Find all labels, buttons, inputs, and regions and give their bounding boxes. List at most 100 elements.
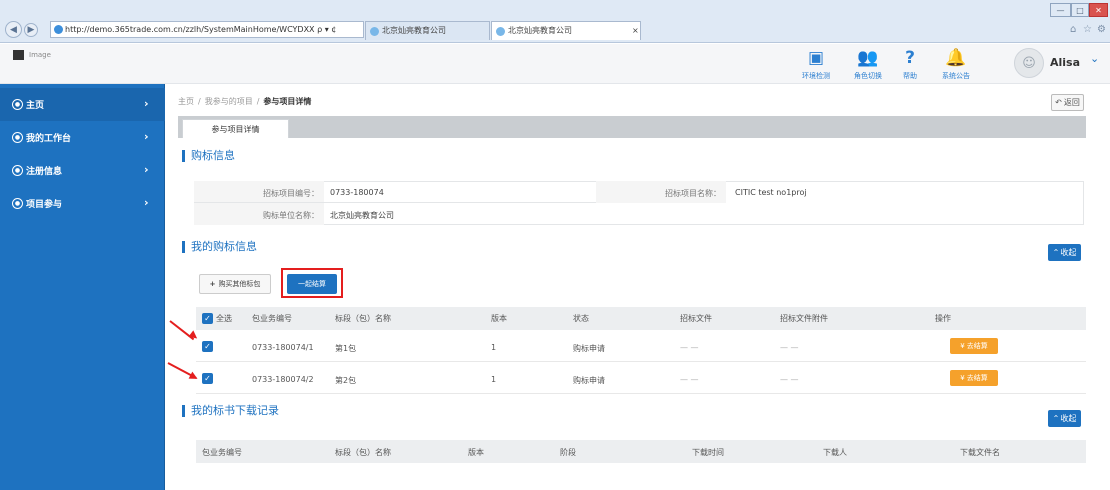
bell-icon: 🔔	[945, 48, 967, 68]
collapse-button[interactable]: ⌃ 收起	[1048, 244, 1081, 261]
browser-tab-1[interactable]: 北京灿亮教育公司	[365, 21, 490, 40]
collapse-label: 收起	[1060, 248, 1077, 257]
breadcrumb-separator: /	[198, 97, 201, 106]
project-name-value: CITIC test no1proj	[735, 188, 807, 197]
registration-circle-icon: ●	[12, 165, 23, 176]
tab-favicon-icon	[496, 27, 505, 36]
back-nav-icon[interactable]: ◀	[5, 21, 22, 38]
row-attachment: — —	[780, 375, 799, 384]
help-button[interactable]: ? 帮助	[890, 48, 930, 81]
sidebar-item-workbench[interactable]: ● 我的工作台 ›	[0, 121, 165, 154]
col-header-package-name: 标段（包）名称	[335, 448, 391, 457]
logo-text: Image	[29, 51, 51, 59]
user-name[interactable]: Alisa	[1050, 56, 1080, 69]
plus-icon: +	[209, 280, 216, 288]
row-checkbox[interactable]: ✓	[202, 373, 213, 384]
role-switch-button[interactable]: 👥 角色切换	[848, 48, 888, 81]
col-header-download-time: 下载时间	[692, 448, 724, 457]
address-bar[interactable]: http://demo.365trade.com.cn/zzlh/SystemM…	[50, 21, 364, 38]
chevron-right-icon: ›	[144, 196, 149, 209]
row-package-id: 0733-180074/2	[252, 375, 314, 384]
row-divider	[194, 202, 596, 203]
col-header-file-name: 下载文件名	[960, 448, 1000, 457]
maximize-button[interactable]: □	[1071, 3, 1089, 17]
sidebar-item-home[interactable]: ● 主页 ›	[0, 88, 165, 121]
tools-gear-icon[interactable]: ⚙	[1097, 24, 1106, 35]
row-status: 购标申请	[573, 344, 605, 353]
home-icon[interactable]: ⌂	[1070, 24, 1076, 35]
logo-image-icon	[13, 50, 24, 60]
announcement-button[interactable]: 🔔 系统公告	[936, 48, 976, 81]
tab-project-detail[interactable]: 参与项目详情	[182, 119, 289, 138]
col-header-package-id: 包业务编号	[202, 448, 242, 457]
user-menu-chevron-icon[interactable]: ⌄	[1090, 52, 1099, 65]
sidebar-item-label: 主页	[26, 101, 45, 111]
browser-tab-2[interactable]: 北京灿亮教育公司 ×	[491, 21, 641, 40]
col-header-status: 状态	[573, 314, 589, 323]
col-header-downloader: 下载人	[823, 448, 847, 457]
avatar[interactable]: ☺	[1014, 48, 1044, 78]
sidebar-item-label: 注册信息	[26, 167, 63, 177]
select-all-checkbox[interactable]: ✓	[202, 313, 213, 324]
section-title-purchase-info: 购标信息	[182, 150, 235, 162]
back-button[interactable]: ↶ 返回	[1051, 94, 1084, 111]
purchase-table-header	[196, 307, 1086, 330]
col-header-tender-file: 招标文件	[680, 314, 712, 323]
go-settle-button[interactable]: ¥ 去结算	[950, 338, 998, 354]
sidebar-item-label: 项目参与	[26, 200, 63, 210]
row-attachment: — —	[780, 343, 799, 352]
section-title-my-purchase: 我的购标信息	[182, 241, 257, 253]
row-status: 购标申请	[573, 376, 605, 385]
env-check-label: 环境检测	[802, 72, 830, 80]
projects-circle-icon: ●	[12, 198, 23, 209]
col-header-version: 版本	[468, 448, 484, 457]
breadcrumb-home-link[interactable]: 主页	[178, 96, 194, 107]
collapse-button[interactable]: ⌃ 收起	[1048, 410, 1081, 427]
row-checkbox[interactable]: ✓	[202, 341, 213, 352]
sidebar-item-projects[interactable]: ● 项目参与 ›	[0, 187, 165, 220]
back-label: 返回	[1063, 98, 1080, 107]
help-icon: ?	[905, 48, 915, 68]
go-settle-label: 去结算	[966, 374, 988, 382]
go-settle-button[interactable]: ¥ 去结算	[950, 370, 998, 386]
workbench-circle-icon: ●	[12, 132, 23, 143]
row-package-name: 第1包	[335, 344, 357, 353]
sidebar-item-registration[interactable]: ● 注册信息 ›	[0, 154, 165, 187]
project-no-label: 招标项目编号：	[263, 189, 319, 198]
tab-bar	[178, 116, 1086, 138]
tab-close-icon[interactable]: ×	[632, 22, 639, 40]
settle-together-button[interactable]: 一起结算	[287, 274, 337, 294]
logo: Image	[13, 50, 51, 60]
site-favicon-icon	[54, 25, 63, 34]
announcement-label: 系统公告	[942, 72, 970, 80]
minimize-button[interactable]: —	[1050, 3, 1071, 17]
chevron-right-icon: ›	[144, 97, 149, 110]
favorites-star-icon[interactable]: ☆	[1083, 24, 1092, 35]
env-check-button[interactable]: ▣ 环境检测	[796, 48, 836, 81]
role-switch-icon: 👥	[857, 48, 879, 68]
forward-nav-icon[interactable]: ▶	[24, 23, 38, 37]
home-circle-icon: ●	[12, 99, 23, 110]
breadcrumb-projects-link[interactable]: 我参与的项目	[205, 96, 253, 107]
col-header-stage: 阶段	[560, 448, 576, 457]
buyer-value: 北京灿亮教育公司	[330, 211, 394, 220]
close-window-button[interactable]: ✕	[1089, 3, 1108, 17]
back-arrow-icon: ↶	[1055, 98, 1062, 107]
row-version: 1	[491, 375, 497, 384]
project-name-label: 招标项目名称：	[665, 189, 721, 198]
row-package-name: 第2包	[335, 376, 357, 385]
tab-title: 北京灿亮教育公司	[508, 26, 572, 35]
col-header-attachment: 招标文件附件	[780, 314, 828, 323]
col-header-action: 操作	[935, 314, 951, 323]
download-table-header	[196, 440, 1086, 463]
go-settle-label: 去结算	[966, 342, 988, 350]
address-controls: ρ ▾ ¢	[317, 25, 337, 34]
breadcrumb-separator: /	[256, 97, 260, 106]
yuan-icon: ¥	[960, 342, 965, 350]
col-header-package-name: 标段（包）名称	[335, 314, 391, 323]
row-version: 1	[491, 343, 497, 352]
col-header-package-id: 包业务编号	[252, 314, 292, 323]
row-tender-file: — —	[680, 375, 699, 384]
buyer-label: 购标单位名称：	[263, 211, 319, 220]
buy-other-package-button[interactable]: + 购买其他标包	[199, 274, 271, 294]
